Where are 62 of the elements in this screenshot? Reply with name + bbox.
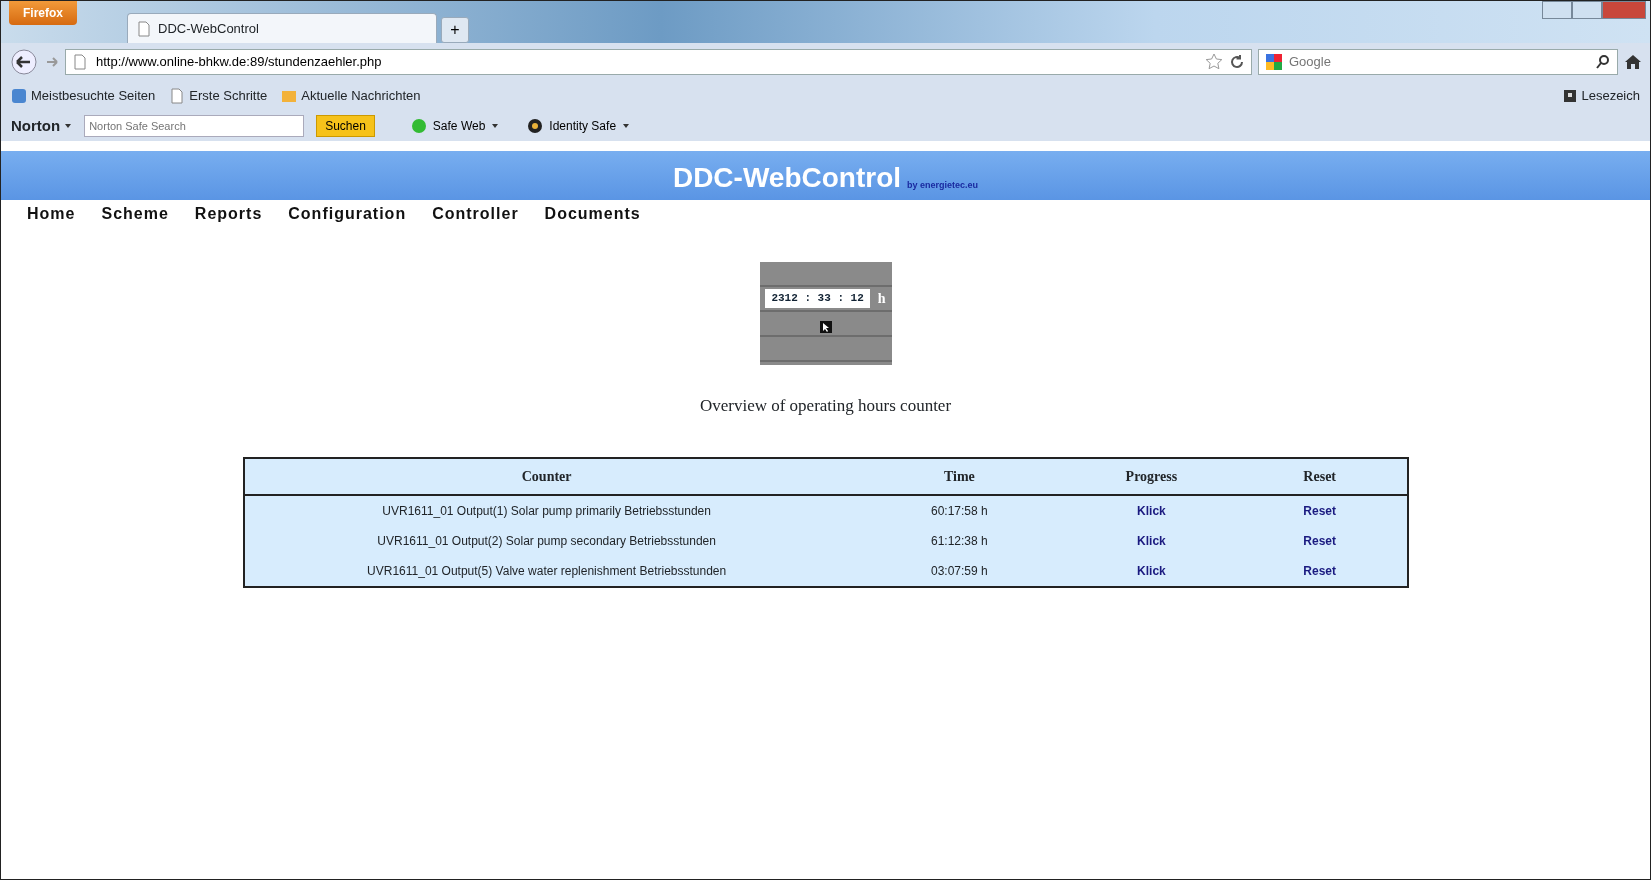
- reset-link[interactable]: Reset: [1303, 563, 1337, 578]
- norton-search-field[interactable]: Norton Safe Search: [84, 115, 305, 137]
- column-header: Reset: [1232, 457, 1408, 495]
- url-field[interactable]: http://www.online-bhkw.de:89/stundenzaehler.php: [94, 51, 1199, 73]
- bookmarks-menu[interactable]: Lesezeich: [1563, 86, 1640, 106]
- reset-link[interactable]: Reset: [1303, 503, 1337, 518]
- table-cell: UVR1611_01 Output(5) Valve water replenishment Betriebsstunden: [243, 555, 849, 587]
- page-icon: [72, 54, 88, 70]
- bookmark-link[interactable]: Erste Schritte: [169, 86, 268, 106]
- column-header: Counter: [243, 457, 849, 495]
- counter-value: 2312 : 33 : 12: [765, 289, 870, 308]
- table-cell: 03:07:59 h: [848, 555, 1070, 587]
- page-caption: Overview of operating hours counter: [698, 395, 953, 417]
- search-field[interactable]: Google: [1287, 51, 1591, 73]
- nav-link[interactable]: Reports: [194, 202, 263, 226]
- maximize-button[interactable]: [1572, 1, 1602, 19]
- back-icon: [9, 49, 39, 75]
- site-title: DDC-WebControl: [672, 164, 902, 192]
- caret-icon: [491, 122, 500, 130]
- table-cell: 60:17:58 h: [848, 494, 1070, 526]
- progress-link[interactable]: Klick: [1137, 563, 1166, 578]
- home-icon: [1624, 53, 1642, 71]
- table-cell: UVR1611_01 Output(1) Solar pump primarily Betriebsstunden: [243, 494, 849, 526]
- search-bar[interactable]: Google: [1258, 49, 1618, 75]
- browser-tab[interactable]: DDC-WebControl: [127, 13, 437, 43]
- google-logo-icon: [1265, 53, 1283, 71]
- bookmarks-icon: [1563, 89, 1578, 103]
- column-header: Progress: [1069, 457, 1233, 495]
- menu-label: Identity Safe: [549, 118, 617, 135]
- search-button[interactable]: Suchen: [316, 115, 375, 137]
- reset-link[interactable]: Reset: [1303, 533, 1337, 548]
- identity-safe-menu[interactable]: Identity Safe: [527, 117, 631, 135]
- counter-unit: h: [877, 290, 886, 308]
- page-icon: [136, 20, 152, 37]
- table-cell: 61:12:38 h: [848, 525, 1070, 556]
- cursor-icon: [819, 321, 832, 333]
- address-bar[interactable]: http://www.online-bhkw.de:89/stundenzaehler.php: [65, 49, 1252, 75]
- norton-menu[interactable]: Norton: [11, 114, 61, 138]
- minimize-button[interactable]: [1542, 1, 1572, 19]
- star-icon: [1205, 53, 1223, 71]
- nav-link[interactable]: Home: [27, 202, 76, 226]
- caret-icon: [622, 122, 631, 130]
- menu-label: Safe Web: [432, 118, 486, 135]
- caret-icon: [64, 122, 73, 130]
- nav-link[interactable]: Configuration: [288, 202, 407, 226]
- site-byline: by energietec.eu: [907, 178, 979, 192]
- safe-web-menu[interactable]: Safe Web: [410, 117, 500, 135]
- nav-link[interactable]: Controller: [432, 202, 519, 226]
- bookmark-link[interactable]: Meistbesuchte Seiten: [11, 86, 156, 106]
- column-header: Time: [848, 457, 1070, 495]
- new-tab-button[interactable]: +: [441, 17, 469, 43]
- bookmark-link[interactable]: Aktuelle Nachrichten: [281, 86, 421, 106]
- progress-link[interactable]: Klick: [1137, 533, 1166, 548]
- nav-link[interactable]: Scheme: [101, 202, 169, 226]
- nav-link[interactable]: Documents: [544, 202, 641, 226]
- tab-title: DDC-WebControl: [158, 19, 259, 38]
- table-cell: UVR1611_01 Output(2) Solar pump secondary Betriebsstunden: [243, 525, 849, 556]
- progress-link[interactable]: Klick: [1137, 503, 1166, 518]
- reload-icon: [1229, 54, 1245, 70]
- page-icon: [169, 88, 186, 104]
- search-icon: [1595, 54, 1611, 70]
- forward-icon: [45, 55, 59, 69]
